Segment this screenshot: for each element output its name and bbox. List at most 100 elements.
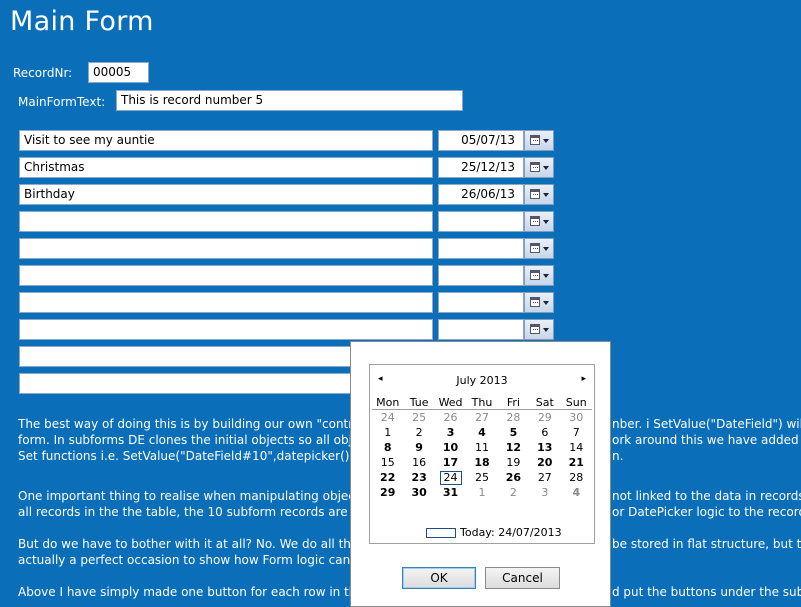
weekday-header: Thu (471, 396, 493, 409)
calendar-day[interactable]: 19 (498, 455, 529, 470)
calendar-day[interactable]: 30 (403, 485, 434, 500)
calendar-day[interactable]: 8 (372, 440, 403, 455)
main-form-text-label: MainFormText: (18, 95, 106, 109)
date-picker-button[interactable] (524, 211, 554, 232)
row-date-field[interactable]: 05/07/13 (438, 130, 524, 151)
calendar-day[interactable]: 1 (466, 485, 497, 500)
calendar-day[interactable]: 11 (466, 440, 497, 455)
calendar-day[interactable]: 18 (466, 455, 497, 470)
calendar-day[interactable]: 23 (403, 470, 434, 485)
main-form-text-field[interactable]: This is record number 5 (116, 90, 463, 111)
row-text-field[interactable]: Christmas (19, 157, 433, 178)
calendar-day[interactable]: 29 (372, 485, 403, 500)
chevron-down-icon (543, 193, 549, 197)
row-text-field[interactable] (19, 211, 433, 232)
row-date-field[interactable] (438, 265, 524, 286)
calendar-day[interactable]: 13 (529, 440, 560, 455)
calendar-day[interactable]: 26 (498, 470, 529, 485)
row-date-field[interactable] (438, 238, 524, 259)
calendar-day[interactable]: 27 (466, 410, 497, 425)
calendar-day[interactable]: 21 (561, 455, 592, 470)
calendar-day[interactable]: 2 (403, 425, 434, 440)
record-nr-field[interactable]: 00005 (88, 62, 149, 83)
chevron-down-icon (543, 247, 549, 251)
calendar-day[interactable]: 17 (435, 455, 466, 470)
calendar-day[interactable]: 29 (529, 410, 560, 425)
date-picker-button[interactable] (524, 319, 554, 340)
body-text-line: n. (612, 449, 624, 463)
calendar-icon (530, 216, 540, 226)
calendar-day[interactable]: 14 (561, 440, 592, 455)
calendar-day[interactable]: 22 (372, 470, 403, 485)
calendar-day-selected: 24 (439, 470, 462, 485)
calendar-day[interactable]: 2 (498, 485, 529, 500)
calendar-day[interactable]: 16 (403, 455, 434, 470)
calendar-day[interactable]: 10 (435, 440, 466, 455)
row-date-field[interactable] (438, 211, 524, 232)
calendar-day[interactable]: 26 (435, 410, 466, 425)
cancel-button[interactable]: Cancel (485, 567, 560, 589)
date-picker-button[interactable] (524, 238, 554, 259)
weekday-header: Tue (409, 396, 429, 409)
calendar-day[interactable]: 28 (561, 470, 592, 485)
row-text-field[interactable] (19, 265, 433, 286)
chevron-down-icon (543, 274, 549, 278)
body-text-line: nber. i SetValue("DateField") will s (612, 417, 801, 431)
date-picker-button[interactable] (524, 130, 554, 151)
row-text-field[interactable] (19, 238, 433, 259)
calendar-icon (530, 189, 540, 199)
calendar-icon (530, 243, 540, 253)
calendar-day[interactable]: 24 (435, 470, 466, 485)
body-text-line: ork around this we have added a (612, 433, 801, 447)
chevron-down-icon (543, 139, 549, 143)
row-text-field[interactable]: Birthday (19, 184, 433, 205)
calendar-day[interactable]: 3 (529, 485, 560, 500)
calendar-day[interactable]: 15 (372, 455, 403, 470)
calendar-day[interactable]: 3 (435, 425, 466, 440)
calendar-day[interactable]: 7 (561, 425, 592, 440)
weekday-header: Mon (376, 396, 400, 409)
date-picker-button[interactable] (524, 157, 554, 178)
today-swatch-icon (426, 528, 456, 538)
row-date-field[interactable] (438, 319, 524, 340)
calendar-day[interactable]: 4 (466, 425, 497, 440)
calendar-day[interactable]: 27 (529, 470, 560, 485)
date-picker-button[interactable] (524, 184, 554, 205)
calendar-day[interactable]: 30 (561, 410, 592, 425)
calendar-day[interactable]: 31 (435, 485, 466, 500)
weekday-header: Fri (506, 396, 520, 409)
ok-button[interactable]: OK (402, 567, 476, 589)
row-text-field[interactable]: Visit to see my auntie (19, 130, 433, 151)
calendar-day[interactable]: 28 (498, 410, 529, 425)
calendar-day[interactable]: 12 (498, 440, 529, 455)
body-text-line: be stored in flat structure, but the (612, 537, 801, 551)
chevron-down-icon (543, 301, 549, 305)
weekday-header: Sat (535, 396, 554, 409)
calendar-day[interactable]: 25 (403, 410, 434, 425)
calendar-day[interactable]: 9 (403, 440, 434, 455)
chevron-down-icon (543, 328, 549, 332)
row-date-field[interactable]: 26/06/13 (438, 184, 524, 205)
chevron-down-icon (543, 166, 549, 170)
calendar-day[interactable]: 6 (529, 425, 560, 440)
calendar-day[interactable]: 1 (372, 425, 403, 440)
date-picker-button[interactable] (524, 292, 554, 313)
today-link[interactable]: Today: 24/07/2013 (426, 526, 562, 539)
row-date-field[interactable]: 25/12/13 (438, 157, 524, 178)
row-date-field[interactable] (438, 292, 524, 313)
date-picker-button[interactable] (524, 265, 554, 286)
calendar-icon (530, 135, 540, 145)
record-nr-label: RecordNr: (13, 66, 73, 80)
next-month-icon[interactable]: ▸ (581, 374, 586, 384)
body-text-line: or DatePicker logic to the record (612, 505, 801, 519)
calendar-day[interactable]: 25 (466, 470, 497, 485)
calendar-day[interactable]: 5 (498, 425, 529, 440)
weekday-header: Wed (438, 396, 463, 409)
row-text-field[interactable] (19, 292, 433, 313)
chevron-down-icon (543, 220, 549, 224)
row-text-field[interactable] (19, 319, 433, 340)
calendar-day[interactable]: 4 (561, 485, 592, 500)
calendar-icon (530, 162, 540, 172)
calendar-day[interactable]: 24 (372, 410, 403, 425)
calendar-day[interactable]: 20 (529, 455, 560, 470)
